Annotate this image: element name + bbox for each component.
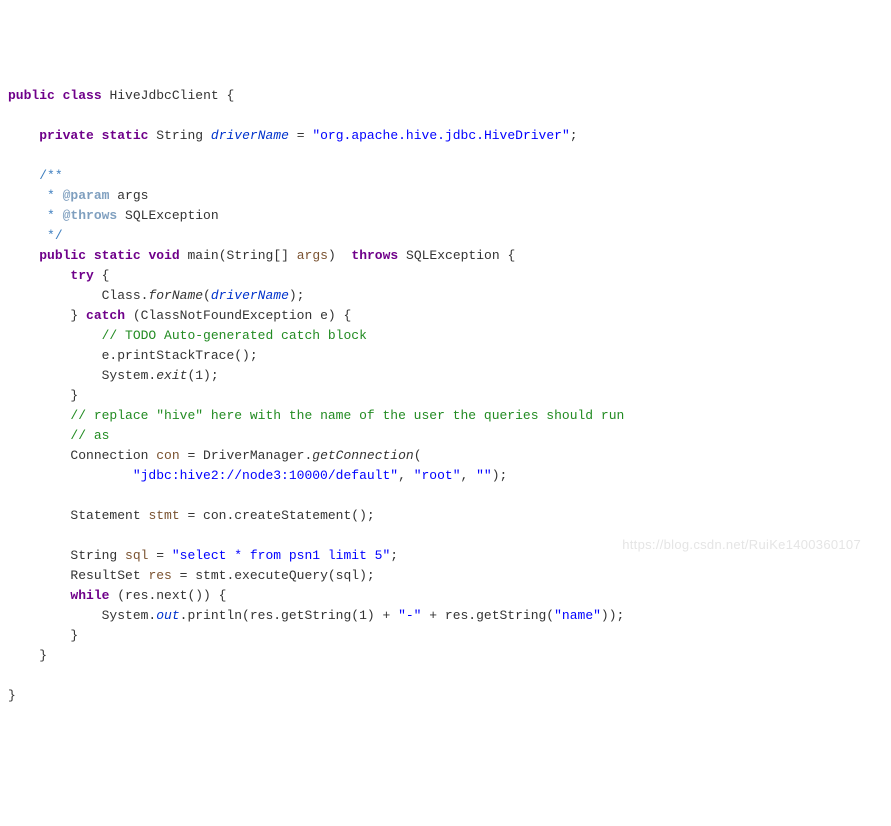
var-res: res [148, 568, 171, 583]
javadoc-throws-tag: @throws [63, 208, 118, 223]
brace: } [70, 388, 78, 403]
class-name: HiveJdbcClient [109, 88, 218, 103]
type-connection: Connection [70, 448, 156, 463]
semicolon: ; [390, 548, 398, 563]
javadoc-param-tag: @param [63, 188, 110, 203]
field-drivername: driverName [211, 128, 289, 143]
eq-drivermanager: = DriverManager. [180, 448, 313, 463]
string-sql: "select * from psn1 limit 5" [172, 548, 390, 563]
string-dash: "-" [398, 608, 421, 623]
keyword-private: private [39, 128, 94, 143]
arg-drivername: driverName [211, 288, 289, 303]
type-resultset: ResultSet [70, 568, 148, 583]
brace: } [70, 628, 78, 643]
println-mid: + res.getString( [421, 608, 554, 623]
eq: = [148, 548, 171, 563]
while-cond: (res.next()) { [109, 588, 226, 603]
javadoc-param-name: args [109, 188, 148, 203]
type-statement: Statement [70, 508, 148, 523]
keyword-while: while [70, 588, 109, 603]
keyword-void: void [148, 248, 179, 263]
javadoc-star: * [39, 188, 62, 203]
param-type: String[] [227, 248, 289, 263]
keyword-throws: throws [351, 248, 398, 263]
brace: } [8, 688, 16, 703]
javadoc-close: */ [39, 228, 62, 243]
string-password: "" [476, 468, 492, 483]
keyword-class: class [63, 88, 102, 103]
type-string: String [156, 128, 203, 143]
ex-type: SQLException [406, 248, 500, 263]
brace: { [94, 268, 110, 283]
comment-todo: // TODO Auto-generated catch block [102, 328, 367, 343]
equals: = [289, 128, 312, 143]
method-main: main [188, 248, 219, 263]
method-getconnection: getConnection [312, 448, 413, 463]
brace: { [507, 248, 515, 263]
code-block: public class HiveJdbcClient { private st… [8, 86, 883, 706]
stmt-printstacktrace: e.printStackTrace(); [102, 348, 258, 363]
stmt-executequery: = stmt.executeQuery(sql); [172, 568, 375, 583]
system-ref: System. [102, 368, 157, 383]
brace: } [70, 308, 86, 323]
brace: { [226, 88, 234, 103]
string-name: "name" [554, 608, 601, 623]
method-exit: exit [156, 368, 187, 383]
javadoc-open: /** [39, 168, 62, 183]
var-stmt: stmt [148, 508, 179, 523]
exit-args: (1); [187, 368, 218, 383]
class-ref: Class. [102, 288, 149, 303]
println-start: .println(res.getString(1) + [180, 608, 398, 623]
type-string: String [70, 548, 125, 563]
string-literal: "org.apache.hive.jdbc.HiveDriver" [312, 128, 569, 143]
comment-replace-2: // as [70, 428, 109, 443]
method-forname: forName [148, 288, 203, 303]
keyword-public: public [39, 248, 86, 263]
system-ref: System. [102, 608, 157, 623]
semicolon: ; [570, 128, 578, 143]
lparen: ( [414, 448, 422, 463]
lparen: ( [203, 288, 211, 303]
keyword-try: try [70, 268, 93, 283]
rparen: ) [328, 248, 336, 263]
param-args: args [289, 248, 328, 263]
field-out: out [156, 608, 179, 623]
var-sql: sql [125, 548, 148, 563]
stmt-create: = con.createStatement(); [180, 508, 375, 523]
rparen: ); [492, 468, 508, 483]
keyword-static: static [94, 248, 141, 263]
javadoc-star: * [39, 208, 62, 223]
comma: , [398, 468, 414, 483]
rparen: ); [289, 288, 305, 303]
keyword-catch: catch [86, 308, 125, 323]
println-end: )); [601, 608, 624, 623]
comment-replace-1: // replace "hive" here with the name of … [70, 408, 624, 423]
var-con: con [156, 448, 179, 463]
string-user: "root" [414, 468, 461, 483]
catch-params: (ClassNotFoundException e) { [125, 308, 351, 323]
comma: , [461, 468, 477, 483]
brace: } [39, 648, 47, 663]
keyword-public: public [8, 88, 55, 103]
lparen: ( [219, 248, 227, 263]
string-jdbc-url: "jdbc:hive2://node3:10000/default" [133, 468, 398, 483]
keyword-static: static [102, 128, 149, 143]
javadoc-throws-name: SQLException [117, 208, 218, 223]
